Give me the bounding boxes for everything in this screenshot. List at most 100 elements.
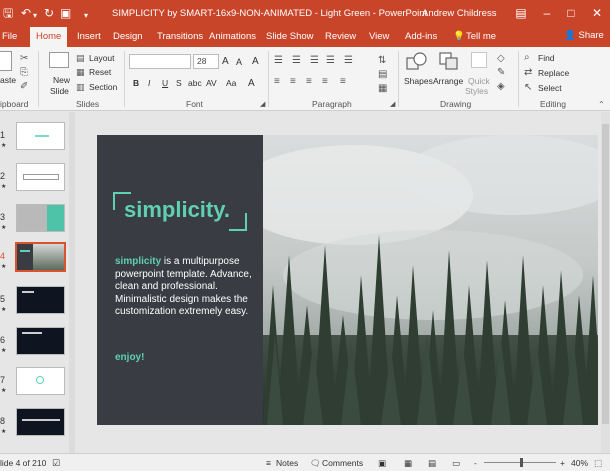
format-painter-icon[interactable]: ✐ (20, 81, 28, 93)
find-button[interactable]: Find (538, 53, 555, 63)
layout-button[interactable]: Layout (89, 53, 115, 63)
thumbnail-row[interactable]: 5 ★ (0, 286, 76, 320)
close-icon[interactable]: ✕ (586, 5, 608, 21)
scrollbar-thumb[interactable] (602, 124, 609, 424)
strikethrough-button[interactable]: S (176, 78, 182, 88)
shapes-button[interactable]: Shapes (404, 76, 433, 86)
reading-view-icon[interactable]: ▤ (428, 458, 436, 469)
align-text-icon[interactable]: ▤ (378, 69, 387, 81)
select-button[interactable]: Select (538, 83, 562, 93)
new-slide-icon[interactable] (49, 52, 69, 68)
zoom-level[interactable]: 40% (571, 458, 588, 468)
thumbnail-row[interactable]: 1 ★ (0, 122, 76, 156)
forest-photo[interactable] (263, 135, 598, 425)
shape-outline-icon[interactable]: ✎ (497, 67, 505, 79)
shadow-button[interactable]: abc (188, 78, 202, 88)
slide[interactable]: simplicity. simplicity is a multipurpose… (97, 135, 598, 425)
shrink-font-button[interactable]: A (236, 57, 242, 67)
tab-slide-show[interactable]: Slide Show (266, 31, 314, 42)
save-icon[interactable]: 🖫 (3, 6, 13, 20)
decrease-indent-icon[interactable]: ☰ (310, 55, 319, 67)
customize-qat-icon[interactable]: ▾ (84, 9, 88, 23)
zoom-out-button[interactable]: - (474, 458, 477, 468)
slide-thumbnail-8[interactable] (16, 408, 65, 436)
text-direction-icon[interactable]: ⇅ (378, 55, 386, 67)
thumbnail-row[interactable]: 2 ★ (0, 163, 76, 197)
start-from-beginning-icon[interactable]: ▣ (60, 6, 71, 20)
thumbnail-row[interactable]: 4 ★ (0, 242, 76, 277)
underline-button[interactable]: U (162, 78, 168, 88)
copy-icon[interactable]: ⎘ (20, 67, 28, 79)
spell-check-icon[interactable]: ☑ (52, 458, 60, 469)
paste-button[interactable]: aste (0, 75, 16, 85)
arrange-button[interactable]: Arrange (433, 76, 463, 86)
align-center-icon[interactable]: ≡ (290, 76, 296, 88)
undo-icon[interactable]: ↶ (21, 6, 31, 20)
quick-styles-button[interactable]: Quick (468, 76, 490, 86)
normal-view-icon[interactable]: ▣ (378, 458, 386, 469)
tab-insert[interactable]: Insert (77, 31, 101, 42)
slide-show-icon[interactable]: ▭ (452, 458, 460, 469)
slide-thumbnail-1[interactable] (16, 122, 65, 150)
restore-icon[interactable]: □ (560, 5, 582, 21)
tab-view[interactable]: View (369, 31, 389, 42)
tab-transitions[interactable]: Transitions (157, 31, 203, 42)
collapse-ribbon-icon[interactable]: ⌃ (598, 99, 605, 111)
align-right-icon[interactable]: ≡ (306, 76, 312, 88)
slide-thumbnail-6[interactable] (16, 327, 65, 355)
slide-thumbnail-3[interactable] (16, 204, 65, 232)
line-spacing-icon[interactable]: ☰ (344, 55, 353, 67)
user-name[interactable]: Andrew Childress (422, 8, 496, 19)
thumbnail-row[interactable]: 3 ★ (0, 204, 76, 238)
font-size-input[interactable]: 28 (193, 54, 219, 69)
dialog-launcher-icon[interactable]: ◢ (260, 99, 265, 111)
dialog-launcher-icon[interactable]: ◢ (390, 99, 395, 111)
font-name-input[interactable] (129, 54, 191, 69)
section-button[interactable]: Section (89, 82, 117, 92)
new-slide-button[interactable]: New (53, 75, 70, 85)
justify-icon[interactable]: ≡ (322, 76, 328, 88)
undo-dropdown-icon[interactable]: ▾ (33, 9, 37, 23)
grow-font-button[interactable]: A (222, 56, 229, 67)
tab-file[interactable]: File (2, 31, 17, 42)
italic-button[interactable]: I (148, 78, 150, 88)
zoom-in-button[interactable]: + (560, 458, 565, 468)
tab-add-ins[interactable]: Add-ins (405, 31, 437, 42)
character-spacing-button[interactable]: AV (206, 78, 217, 88)
slide-title[interactable]: simplicity. (124, 197, 230, 223)
thumbnail-row[interactable]: 6 ★ (0, 327, 76, 361)
slide-thumbnail-2[interactable] (16, 163, 65, 191)
shape-fill-icon[interactable]: ◇ (497, 53, 505, 65)
increase-indent-icon[interactable]: ☰ (326, 55, 335, 67)
thumbnail-row[interactable]: 8 ★ (0, 408, 76, 442)
slide-thumbnail-4[interactable] (15, 242, 66, 272)
slide-thumbnail-5[interactable] (16, 286, 65, 314)
slide-description[interactable]: simplicity is a multipurpose powerpoint … (115, 256, 255, 319)
minimize-icon[interactable]: – (536, 5, 558, 21)
thumbnail-row[interactable]: 7 ★ (0, 367, 76, 401)
clear-formatting-button[interactable]: A (252, 56, 259, 67)
bullets-icon[interactable]: ☰ (274, 55, 283, 67)
ribbon-display-options-icon[interactable]: ▤ (510, 5, 532, 21)
tab-home[interactable]: Home (30, 27, 68, 47)
comments-button[interactable]: Comments (322, 458, 363, 468)
zoom-slider-knob[interactable] (520, 458, 523, 467)
cut-icon[interactable]: ✂ (20, 53, 28, 65)
tell-me-search[interactable]: Tell me (466, 31, 496, 42)
share-button[interactable]: 👤 Share (564, 30, 604, 41)
arrange-icon[interactable] (438, 51, 460, 71)
font-color-button[interactable]: A (248, 78, 255, 89)
columns-icon[interactable]: ≡ (340, 76, 346, 88)
tab-design[interactable]: Design (113, 31, 143, 42)
slide-thumbnail-7[interactable] (16, 367, 65, 395)
paste-icon[interactable] (0, 51, 12, 71)
change-case-button[interactable]: Aa (226, 78, 236, 88)
redo-icon[interactable]: ↻ (44, 6, 54, 20)
bold-button[interactable]: B (133, 78, 139, 88)
numbering-icon[interactable]: ☰ (292, 55, 301, 67)
align-left-icon[interactable]: ≡ (274, 76, 280, 88)
vertical-scrollbar[interactable] (601, 112, 610, 453)
reset-button[interactable]: Reset (89, 67, 111, 77)
tab-review[interactable]: Review (325, 31, 356, 42)
quick-styles-icon[interactable] (471, 52, 487, 68)
